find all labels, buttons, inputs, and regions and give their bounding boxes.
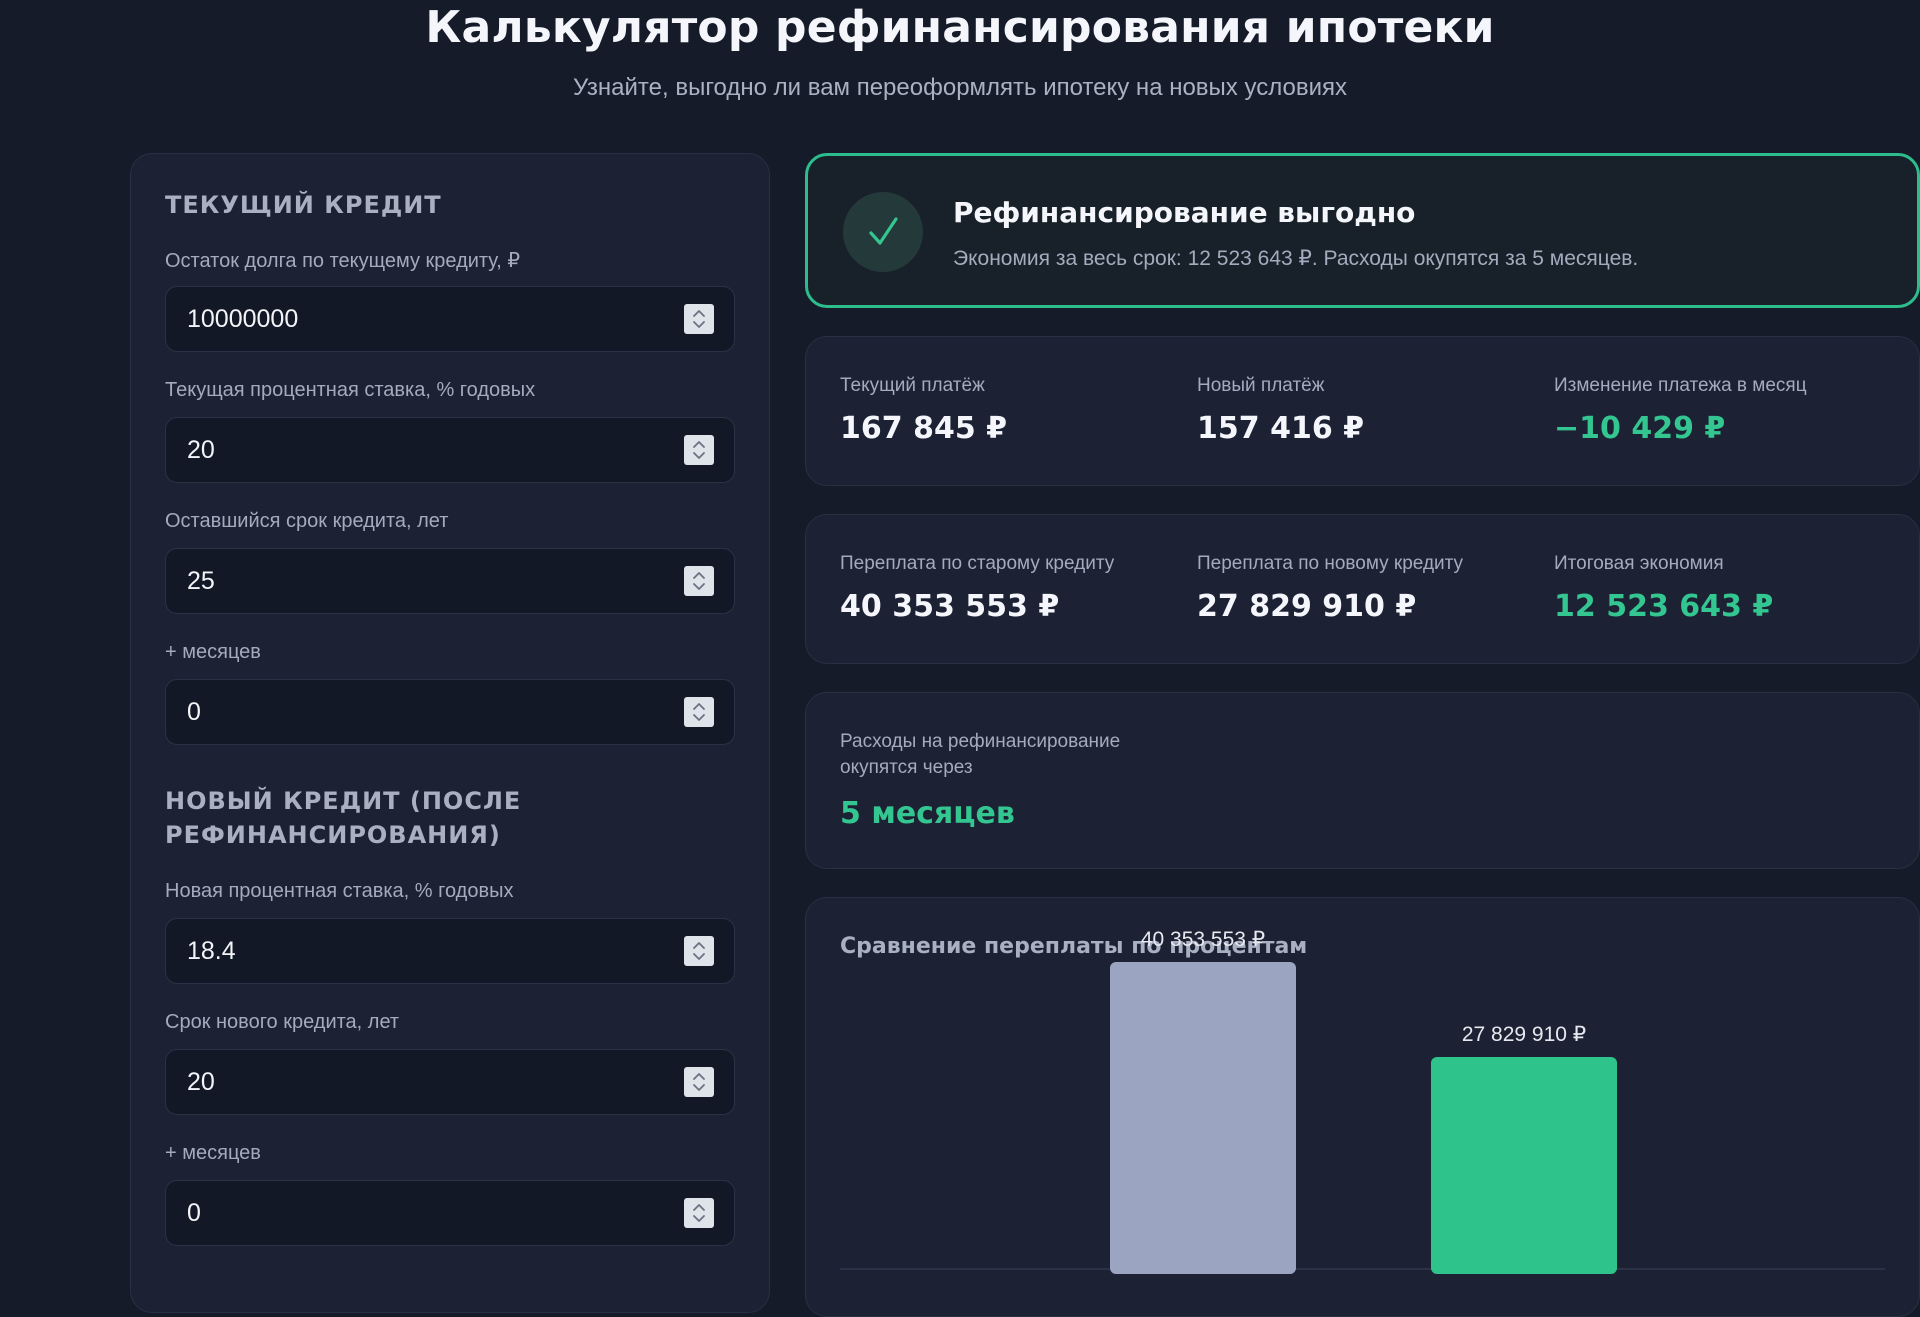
- status-text: Экономия за весь срок: 12 523 643 ₽. Рас…: [953, 247, 1639, 270]
- current-rate-label: Текущая процентная ставка, % годовых: [165, 379, 536, 401]
- payback-card: Расходы на рефинансирование окупятся чер…: [805, 692, 1920, 869]
- total-saving-value: 12 523 643 ₽: [1554, 589, 1774, 624]
- payment-change-label: Изменение платежа в месяц: [1554, 375, 1807, 396]
- new-loan-section-title-line2: РЕФИНАНСИРОВАНИЯ): [165, 821, 501, 849]
- new-loan-section-title: НОВЫЙ КРЕДИТ (ПОСЛЕ РЕФИНАНСИРОВАНИЯ): [165, 784, 521, 852]
- result-status-card: Рефинансирование выгодно Экономия за вес…: [805, 153, 1920, 308]
- payback-label-line1: Расходы на рефинансирование: [840, 731, 1121, 752]
- old-overpayment-value: 40 353 553 ₽: [840, 589, 1060, 624]
- total-saving-label: Итоговая экономия: [1554, 553, 1724, 574]
- new-loan-section-title-line1: НОВЫЙ КРЕДИТ (ПОСЛЕ: [165, 787, 522, 815]
- bar-old-overpayment: [1110, 962, 1296, 1274]
- new-term-months-label: + месяцев: [165, 1142, 261, 1164]
- bar-old-data-label: 40 353 553 ₽: [1141, 928, 1265, 951]
- payback-label-line2: окупятся через: [840, 757, 973, 778]
- new-rate-label: Новая процентная ставка, % годовых: [165, 880, 514, 902]
- new-overpayment-label: Переплата по новому кредиту: [1197, 553, 1464, 574]
- number-spinner-icon[interactable]: [684, 1198, 714, 1228]
- remaining-term-months-input[interactable]: 0: [165, 679, 735, 745]
- page-subtitle: Узнайте, выгодно ли вам переоформлять ип…: [573, 74, 1347, 101]
- new-payment-label: Новый платёж: [1197, 375, 1325, 396]
- bar-new-data-label: 27 829 910 ₽: [1462, 1023, 1586, 1046]
- remaining-term-months-value: 0: [187, 698, 201, 726]
- new-overpayment-value: 27 829 910 ₽: [1197, 589, 1417, 624]
- new-term-years-value: 20: [187, 1068, 215, 1096]
- input-panel: ТЕКУЩИЙ КРЕДИТ Остаток долга по текущему…: [130, 153, 770, 1313]
- remaining-term-years-value: 25: [187, 567, 215, 595]
- bar-new-overpayment: [1431, 1056, 1617, 1274]
- new-term-months-input[interactable]: 0: [165, 1180, 735, 1246]
- current-payment-value: 167 845 ₽: [840, 411, 1008, 446]
- new-payment-value: 157 416 ₽: [1197, 411, 1365, 446]
- status-title: Рефинансирование выгодно: [953, 196, 1416, 229]
- new-rate-input[interactable]: 18.4: [165, 918, 735, 984]
- remaining-term-months-label: + месяцев: [165, 641, 261, 663]
- debt-balance-label: Остаток долга по текущему кредиту, ₽: [165, 250, 521, 272]
- number-spinner-icon[interactable]: [684, 1067, 714, 1097]
- current-payment-label: Текущий платёж: [840, 375, 985, 396]
- new-rate-value: 18.4: [187, 937, 236, 965]
- debt-balance-value: 10000000: [187, 305, 299, 333]
- payments-card: Текущий платёж 167 845 ₽ Новый платёж 15…: [805, 336, 1920, 486]
- number-spinner-icon[interactable]: [684, 936, 714, 966]
- chart-card: Сравнение переплаты по процентам 40 353 …: [805, 897, 1920, 1317]
- payment-change-value: −10 429 ₽: [1554, 411, 1726, 446]
- new-term-years-label: Срок нового кредита, лет: [165, 1011, 400, 1033]
- check-icon: [843, 192, 923, 272]
- payback-label: Расходы на рефинансирование окупятся чер…: [840, 729, 1120, 781]
- overpayment-card: Переплата по старому кредиту 40 353 553 …: [805, 514, 1920, 664]
- number-spinner-icon[interactable]: [684, 697, 714, 727]
- current-rate-input[interactable]: 20: [165, 417, 735, 483]
- remaining-term-years-label: Оставшийся срок кредита, лет: [165, 510, 449, 532]
- payback-value: 5 месяцев: [840, 796, 1015, 831]
- remaining-term-years-input[interactable]: 25: [165, 548, 735, 614]
- new-term-years-input[interactable]: 20: [165, 1049, 735, 1115]
- current-rate-value: 20: [187, 436, 215, 464]
- number-spinner-icon[interactable]: [684, 435, 714, 465]
- old-overpayment-label: Переплата по старому кредиту: [840, 553, 1115, 574]
- page-title: Калькулятор рефинансирования ипотеки: [425, 2, 1495, 53]
- current-loan-section-title: ТЕКУЩИЙ КРЕДИТ: [165, 191, 442, 219]
- number-spinner-icon[interactable]: [684, 566, 714, 596]
- new-term-months-value: 0: [187, 1199, 201, 1227]
- debt-balance-input[interactable]: 10000000: [165, 286, 735, 352]
- overpayment-bar-chart: 40 353 553 ₽ 27 829 910 ₽: [840, 928, 1885, 1274]
- number-spinner-icon[interactable]: [684, 304, 714, 334]
